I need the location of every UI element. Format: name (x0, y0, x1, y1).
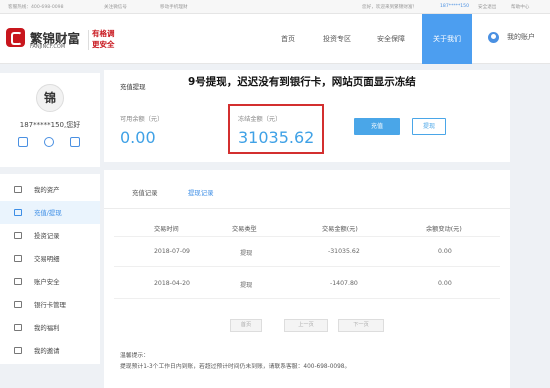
welcome-text: 您好，欢迎来到繁锦财富！ (362, 5, 418, 10)
sidebar-item-my-assets[interactable]: 我的资产 (0, 178, 100, 201)
tab-withdraw-records[interactable]: 提现记录 (188, 188, 214, 197)
row-divider (114, 298, 500, 299)
recharge-button[interactable]: 充值 (354, 118, 400, 135)
notice-text: 提现预计1-3个工作日内到账，若超过预计时间仍未到账，请联系客服：400-698… (120, 364, 351, 370)
row-balance-change: 0.00 (438, 248, 452, 255)
slogan-line-2: 更安全 (92, 40, 115, 49)
transactions-icon (14, 255, 22, 262)
column-header-amount: 交易金额(元) (322, 226, 358, 233)
slogan-line-1: 有格调 (92, 29, 115, 38)
sidebar-item-bank-cards[interactable]: 银行卡管理 (0, 293, 100, 316)
sidebar-item-label: 交易明细 (34, 255, 60, 263)
row-divider (114, 266, 500, 267)
bank-card-icon (14, 301, 22, 308)
row-type: 提现 (240, 250, 253, 257)
available-balance-label: 可用余额（元） (120, 116, 164, 123)
column-header-balance-change: 余额变动(元) (426, 226, 462, 233)
row-amount: -31035.62 (328, 248, 360, 255)
column-header-time: 交易时间 (154, 226, 179, 233)
row-type: 提现 (240, 282, 253, 289)
site-header: 繁锦财富 FANJINCF.COM 有格调 更安全 首页 投资专区 安全保障 关… (0, 14, 550, 64)
help-center-link[interactable]: 帮助中心 (511, 4, 529, 10)
nav-home[interactable]: 首页 (268, 14, 308, 64)
sidebar-item-label: 银行卡管理 (34, 301, 66, 309)
pager-prev-button[interactable]: 上一页 (284, 319, 328, 332)
hotline-text: 客服热线：400-698-0098 (8, 5, 64, 10)
sidebar-item-label: 投资记录 (34, 232, 60, 240)
complaint-annotation: 9号提现，迟迟没有到银行卡，网站页面显示冻结 (188, 76, 416, 88)
nav-invest[interactable]: 投资专区 (312, 14, 362, 64)
follow-wechat-link[interactable]: 关注微信号 (104, 4, 127, 10)
tabs-divider (104, 208, 510, 209)
column-header-type: 交易类型 (232, 226, 257, 233)
row-amount: -1407.80 (330, 280, 358, 287)
logo-divider (88, 30, 89, 50)
invite-icon (14, 347, 22, 354)
brand-logo-icon[interactable] (6, 28, 25, 47)
mobile-finance-link[interactable]: 移动手机理财 (160, 4, 188, 10)
user-greeting: 187*****150,您好 (19, 121, 81, 129)
frozen-amount-value: 31035.62 (238, 128, 315, 147)
header-divider (114, 236, 500, 237)
records-panel: 充值记录 提现记录 交易时间 交易类型 交易金额(元) 余额变动(元) 2018… (104, 170, 510, 388)
pager-next-button[interactable]: 下一页 (338, 319, 384, 332)
nav-security[interactable]: 安全保障 (366, 14, 416, 64)
assets-icon (14, 186, 22, 193)
phone-verify-icon[interactable] (18, 137, 28, 147)
brand-domain: FANJINCF.COM (30, 44, 66, 50)
sidebar-item-label: 我的邀请 (34, 347, 60, 355)
records-icon (14, 232, 22, 239)
row-time: 2018-04-20 (154, 280, 190, 287)
row-balance-change: 0.00 (438, 280, 452, 287)
notice-title: 温馨提示： (120, 353, 149, 359)
available-balance-value: 0.00 (120, 128, 156, 147)
sidebar-item-label: 我的资产 (34, 186, 60, 194)
sidebar-item-my-invites[interactable]: 我的邀请 (0, 339, 100, 362)
gift-icon (14, 324, 22, 331)
logout-link[interactable]: 安全退出 (478, 4, 496, 10)
sidebar-item-label: 账户安全 (34, 278, 60, 286)
panel-title: 充值提现 (120, 83, 146, 91)
avatar: 锦 (36, 84, 64, 112)
balance-panel: 充值提现 9号提现，迟迟没有到银行卡，网站页面显示冻结 可用余额（元） 0.00… (104, 70, 510, 162)
sidebar-item-invest-records[interactable]: 投资记录 (0, 224, 100, 247)
brand-slogan: 有格调 更安全 (92, 28, 124, 50)
frozen-amount-label: 冻结金额（元） (238, 116, 282, 123)
withdraw-button[interactable]: 提现 (412, 118, 446, 135)
pager-first-button[interactable]: 首页 (230, 319, 262, 332)
sidebar-item-label: 充值/提现 (34, 209, 62, 217)
nav-about[interactable]: 关于我们 (422, 14, 472, 64)
email-verify-icon[interactable] (44, 137, 54, 147)
tab-recharge-records[interactable]: 充值记录 (132, 188, 158, 197)
sidebar-item-transactions[interactable]: 交易明细 (0, 247, 100, 270)
sidebar-item-account-security[interactable]: 账户安全 (0, 270, 100, 293)
profile-card: 锦 187*****150,您好 (0, 73, 100, 167)
sidebar-item-my-benefits[interactable]: 我的福利 (0, 316, 100, 339)
account-sidebar-menu: 我的资产 充值/提现 投资记录 交易明细 账户安全 银行卡管理 我的福利 我的邀… (0, 174, 100, 364)
sidebar-item-label: 我的福利 (34, 324, 60, 332)
user-phone-link[interactable]: 187*****150 (440, 4, 469, 9)
user-account-icon[interactable] (488, 32, 499, 43)
my-account-link[interactable]: 我的账户 (501, 14, 541, 64)
shield-icon (14, 278, 22, 285)
bankcard-verify-icon[interactable] (70, 137, 80, 147)
sidebar-item-recharge-withdraw[interactable]: 充值/提现 (0, 201, 100, 224)
row-time: 2018-07-09 (154, 248, 190, 255)
wallet-icon (14, 209, 22, 216)
top-utility-bar: 客服热线：400-698-0098 关注微信号 移动手机理财 您好，欢迎来到繁锦… (0, 0, 550, 14)
